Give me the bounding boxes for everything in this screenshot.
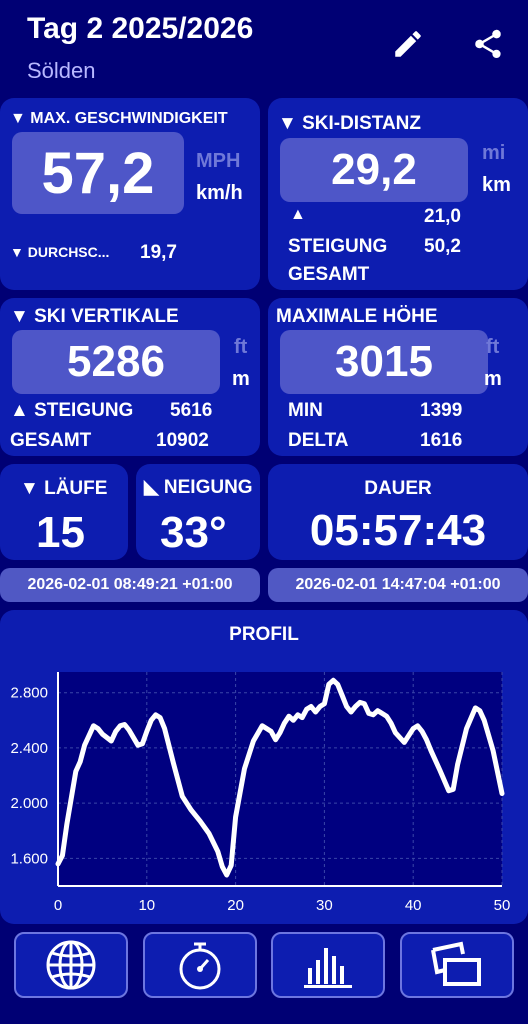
max-height-label: MAXIMALE HÖHE (276, 306, 438, 327)
up-distance-value: 21,0 (424, 206, 461, 227)
vertical-climb-label: ▲ STEIGUNG (10, 400, 134, 421)
ski-vertical-label: ▼ SKI VERTIKALE (10, 306, 179, 327)
avg-speed-value: 19,7 (140, 242, 177, 263)
profile-chart: PROFIL 0 10 20 30 40 50 1.600 2.000 2.400 2.800 (10, 624, 511, 914)
max-speed-value: 57,2 (12, 132, 184, 214)
delta-height-value: 1616 (420, 430, 463, 451)
delta-height-label: DELTA (288, 430, 349, 451)
stopwatch-icon (179, 942, 221, 990)
runs-card[interactable]: ▼ LÄUFE 15 (0, 464, 128, 560)
vertical-total-value: 10902 (156, 430, 209, 451)
y-tick-label: 1.600 (10, 850, 48, 867)
stopwatch-button[interactable] (143, 932, 257, 998)
slope-value: 33° (160, 508, 227, 557)
max-speed-label: ▼ MAX. GESCHWINDIGKEIT (10, 110, 228, 127)
y-tick-label: 2.800 (10, 685, 48, 702)
total-label: GESAMT (288, 264, 370, 285)
vertical-climb-value: 5616 (170, 400, 213, 421)
ski-distance-value: 29,2 (280, 138, 468, 202)
ski-distance-card[interactable]: ▼ SKI-DISTANZ 29,2 mi km ▲ 21,0 STEIGUNG… (268, 98, 528, 290)
ski-distance-unit[interactable]: km (482, 174, 511, 197)
multi-window-button[interactable] (400, 932, 514, 998)
x-tick-label: 20 (227, 897, 244, 914)
up-arrow: ▲ (290, 206, 306, 223)
climb-distance-value: 50,2 (424, 236, 461, 257)
x-tick-label: 30 (316, 897, 333, 914)
x-tick-label: 50 (494, 897, 511, 914)
runs-label: ▼ LÄUFE (20, 478, 108, 499)
max-speed-unit-alt[interactable]: MPH (196, 150, 240, 173)
max-height-value: 3015 (280, 330, 488, 394)
y-tick-label: 2.400 (10, 740, 48, 757)
max-height-unit-alt[interactable]: ft (486, 336, 499, 359)
max-height-card[interactable]: MAXIMALE HÖHE 3015 ft m MIN 1399 DELTA 1… (268, 298, 528, 456)
map-button[interactable] (14, 932, 128, 998)
duration-value: 05:57:43 (309, 506, 487, 555)
profile-chart-card: PROFIL 0 10 20 30 40 50 1.600 2.000 2.400 2.800 (0, 610, 528, 924)
runs-value: 15 (36, 508, 85, 557)
min-height-value: 1399 (420, 400, 463, 421)
plot-area (58, 672, 502, 886)
ski-vertical-unit-alt[interactable]: ft (234, 336, 247, 359)
avg-speed-label: ▼ DURCHSC... (10, 244, 110, 260)
duration-label: DAUER (364, 478, 432, 499)
slope-card[interactable]: ◣ NEIGUNG 33° (136, 464, 260, 560)
start-time: 2026-02-01 08:49:21 +01:00 (0, 568, 260, 602)
x-tick-label: 10 (138, 897, 155, 914)
climb-label: STEIGUNG (288, 236, 388, 257)
vertical-total-label: GESAMT (10, 430, 92, 451)
x-tick-label: 0 (54, 897, 62, 914)
min-height-label: MIN (288, 400, 323, 421)
edit-icon[interactable] (388, 24, 428, 64)
ski-vertical-value: 5286 (12, 330, 220, 394)
ski-distance-unit-alt[interactable]: mi (482, 142, 505, 165)
max-speed-card[interactable]: ▼ MAX. GESCHWINDIGKEIT 57,2 MPH km/h ▼ D… (0, 98, 260, 290)
statistics-button[interactable] (271, 932, 385, 998)
resort-name: Sölden (27, 58, 96, 83)
ski-vertical-card[interactable]: ▼ SKI VERTIKALE 5286 ft m ▲ STEIGUNG 561… (0, 298, 260, 456)
share-icon[interactable] (468, 24, 508, 64)
globe-icon (46, 940, 96, 990)
end-time: 2026-02-01 14:47:04 +01:00 (268, 568, 528, 602)
max-height-unit[interactable]: m (484, 368, 502, 391)
slope-label: ◣ NEIGUNG (144, 477, 253, 498)
duration-card[interactable]: DAUER 05:57:43 (268, 464, 528, 560)
windows-icon (431, 941, 481, 986)
app-header: Tag 2 2025/2026 Sölden (0, 0, 528, 92)
ski-vertical-unit[interactable]: m (232, 368, 250, 391)
max-speed-unit[interactable]: km/h (196, 182, 243, 205)
chart-title: PROFIL (229, 624, 299, 645)
ski-distance-label: ▼ SKI-DISTANZ (278, 113, 422, 134)
bar-chart-icon (304, 948, 352, 988)
page-title: Tag 2 2025/2026 (27, 12, 254, 45)
y-tick-label: 2.000 (10, 795, 48, 812)
x-tick-label: 40 (405, 897, 422, 914)
